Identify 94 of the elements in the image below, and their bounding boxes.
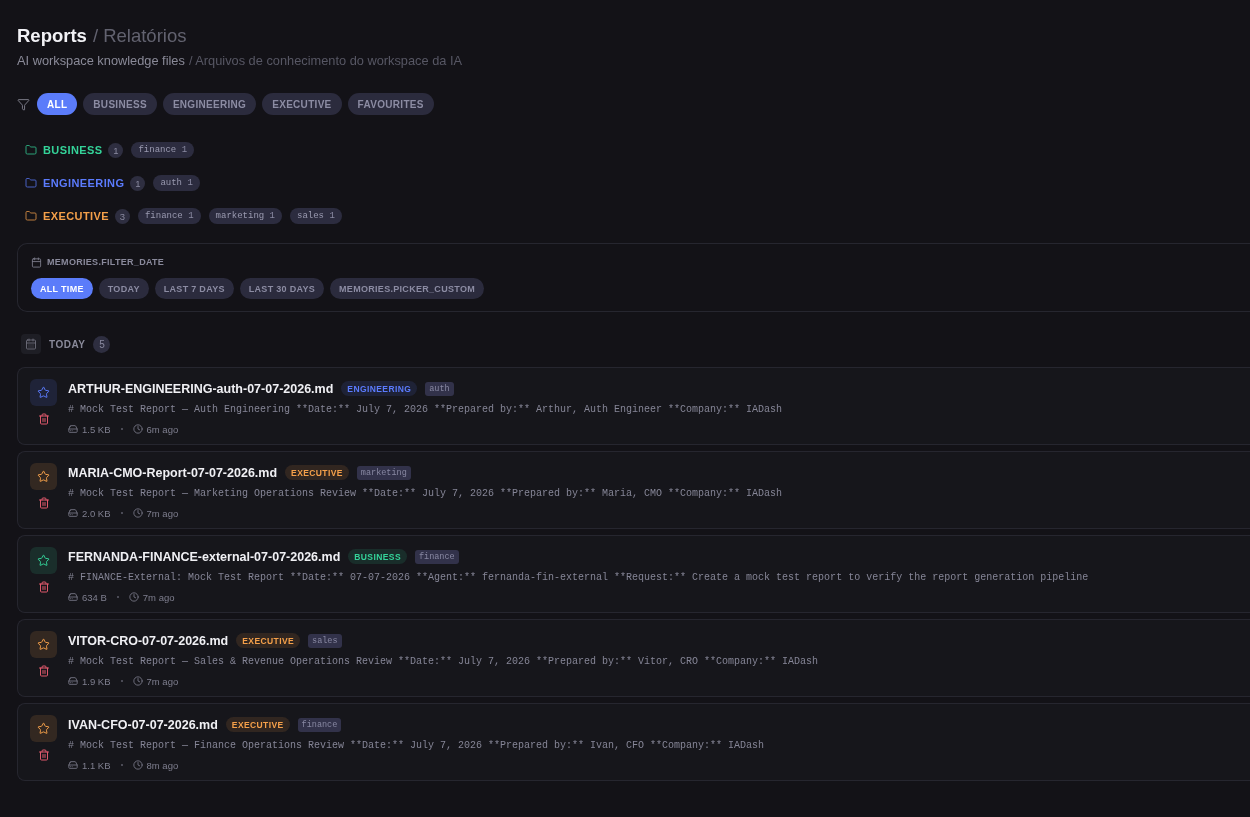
drive-icon [68, 676, 78, 686]
category-badge: ENGINEERING [341, 381, 418, 396]
report-preview: # Mock Test Report — Auth Engineering **Date:** July 7, 2026 **Prepared by:** Arthur, Auth Engineer **Company:** IADash [68, 403, 783, 416]
page-subtitle: AI workspace knowledge files [17, 53, 185, 69]
page-title: Reports [17, 24, 87, 48]
tag-chip[interactable]: auth 1 [153, 175, 200, 191]
favourite-button[interactable] [30, 715, 57, 742]
report-card[interactable]: ARTHUR-ENGINEERING-auth-07-07-2026.md ENGINEERING auth # Mock Test Report — Auth Engineering **Date:** July 7, 2026 **Prepared by:** Arthur, Auth Engineer **Company:** IADash 1.5 KB 6m ago [17, 367, 1250, 445]
file-size: 1.1 KB [82, 759, 111, 771]
file-name: ARTHUR-ENGINEERING-auth-07-07-2026.md [68, 381, 334, 396]
folder-icon [25, 210, 37, 222]
delete-button[interactable] [36, 496, 51, 510]
trash-icon [37, 581, 50, 593]
delete-button[interactable] [36, 580, 51, 594]
report-preview: # FINANCE-External: Mock Test Report **Date:** 07-07-2026 **Agent:** fernanda-fin-external **Request:** Create a mock test report to verify the report generation pipeline [68, 571, 1089, 584]
tag-label: finance [414, 549, 459, 564]
filter-chip[interactable]: BUSINESS [83, 93, 157, 115]
report-preview: # Mock Test Report — Sales & Revenue Operations Review **Date:** July 7, 2026 **Prepared by:** Vitor, CRO **Company:** IADash [68, 655, 819, 668]
funnel-icon [17, 97, 30, 111]
file-age: 7m ago [146, 675, 179, 687]
count-badge: 1 [108, 142, 124, 158]
report-card[interactable] [17, 535, 1250, 613]
drive-icon [68, 424, 78, 434]
file-size: 1.5 KB [82, 423, 111, 435]
delete-button[interactable] [36, 664, 51, 678]
tag-label: marketing [356, 465, 411, 480]
category-badge: EXECUTIVE [225, 717, 290, 732]
file-age: 8m ago [146, 759, 179, 771]
page-subtitle-translation: / Arquivos de conhecimento do workspace da IA [188, 53, 463, 69]
report-preview: # Mock Test Report — Marketing Operations Review **Date:** July 7, 2026 **Prepared by:** Maria, CMO **Company:** IADash [68, 487, 783, 500]
trash-icon [37, 665, 50, 677]
clock-icon [132, 424, 143, 434]
delete-button[interactable] [36, 412, 51, 426]
trash-icon [37, 497, 50, 509]
file-size: 1.9 KB [82, 675, 111, 687]
date-chip[interactable]: ALL TIME [31, 278, 93, 299]
category-badge: EXECUTIVE [236, 633, 301, 648]
file-name: IVAN-CFO-07-07-2026.md [68, 717, 218, 732]
date-chip[interactable]: MEMORIES.PICKER_CUSTOM [330, 278, 484, 299]
tag-label: sales [308, 633, 342, 648]
file-name: FERNANDA-FINANCE-external-07-07-2026.md [68, 549, 341, 564]
clock-icon [132, 676, 143, 686]
category-badge: BUSINESS [348, 549, 407, 564]
calendar-icon [31, 256, 42, 268]
trash-icon [37, 749, 50, 761]
group-name: ENGINEERING [43, 177, 125, 189]
favourite-button[interactable] [30, 379, 57, 406]
file-size: 2.0 KB [82, 507, 111, 519]
group-name: BUSINESS [43, 144, 103, 156]
date-filter-title: MEMORIES.FILTER_DATE [47, 257, 165, 267]
favourite-button[interactable] [30, 631, 57, 658]
tag-label: auth [425, 381, 454, 396]
report-preview: # Mock Test Report — Finance Operations Review **Date:** July 7, 2026 **Prepared by:** Ivan, CFO **Company:** IADash [68, 739, 765, 752]
date-chip[interactable]: TODAY [98, 278, 149, 299]
filter-chip[interactable]: ALL [37, 93, 78, 115]
date-chip[interactable]: LAST 7 DAYS [154, 278, 234, 299]
drive-icon [68, 592, 78, 602]
count-badge: 3 [114, 208, 130, 224]
drive-icon [68, 508, 78, 518]
filter-chip[interactable]: FAVOURITES [347, 93, 434, 115]
trash-icon [37, 413, 50, 425]
favourite-button[interactable] [30, 547, 57, 574]
tag-chip[interactable]: finance 1 [131, 142, 195, 158]
calendar-icon [21, 334, 41, 354]
tag-chip[interactable]: finance 1 [137, 208, 201, 224]
tag-chip[interactable]: marketing 1 [208, 208, 282, 224]
tag-label: finance [297, 717, 342, 732]
report-card[interactable]: MARIA-CMO-Report-07-07-2026.md EXECUTIVE marketing # Mock Test Report — Marketing Operations Review **Date:** July 7, 2026 **Prepared by:** Maria, CMO **Company:** IADash 2.0 KB 7m ago [17, 451, 1250, 529]
filter-chip[interactable]: EXECUTIVE [262, 93, 342, 115]
delete-button[interactable] [36, 748, 51, 762]
clock-icon [132, 760, 143, 770]
file-age: 7m ago [142, 591, 175, 603]
count-badge: 1 [130, 175, 146, 191]
section-title: TODAY [49, 338, 86, 350]
file-size: 634 B [82, 591, 107, 603]
page-title-translation: / Relatórios [92, 24, 187, 48]
group-name: EXECUTIVE [43, 210, 109, 222]
folder-icon [25, 144, 37, 156]
file-name: VITOR-CRO-07-07-2026.md [68, 633, 229, 648]
folder-icon [25, 177, 37, 189]
file-age: 6m ago [146, 423, 179, 435]
category-badge: EXECUTIVE [285, 465, 349, 480]
tag-chip[interactable]: sales 1 [290, 208, 342, 224]
report-card[interactable]: VITOR-CRO-07-07-2026.md EXECUTIVE sales # Mock Test Report — Sales & Revenue Operations Review **Date:** July 7, 2026 **Prepared by:** Vitor, CRO **Company:** IADash 1.9 KB 7m ago [17, 619, 1250, 697]
count-badge: 5 [93, 335, 111, 353]
favourite-button[interactable] [30, 463, 57, 490]
drive-icon [68, 760, 78, 770]
filter-chip[interactable]: ENGINEERING [162, 93, 257, 115]
file-name: MARIA-CMO-Report-07-07-2026.md [68, 465, 278, 480]
clock-icon [132, 508, 143, 518]
report-card[interactable]: IVAN-CFO-07-07-2026.md EXECUTIVE finance # Mock Test Report — Finance Operations Review **Date:** July 7, 2026 **Prepared by:** Ivan, CFO **Company:** IADash 1.1 KB 8m ago [17, 703, 1250, 781]
clock-icon [128, 592, 139, 602]
date-chip[interactable]: LAST 30 DAYS [239, 278, 325, 299]
file-age: 7m ago [146, 507, 179, 519]
